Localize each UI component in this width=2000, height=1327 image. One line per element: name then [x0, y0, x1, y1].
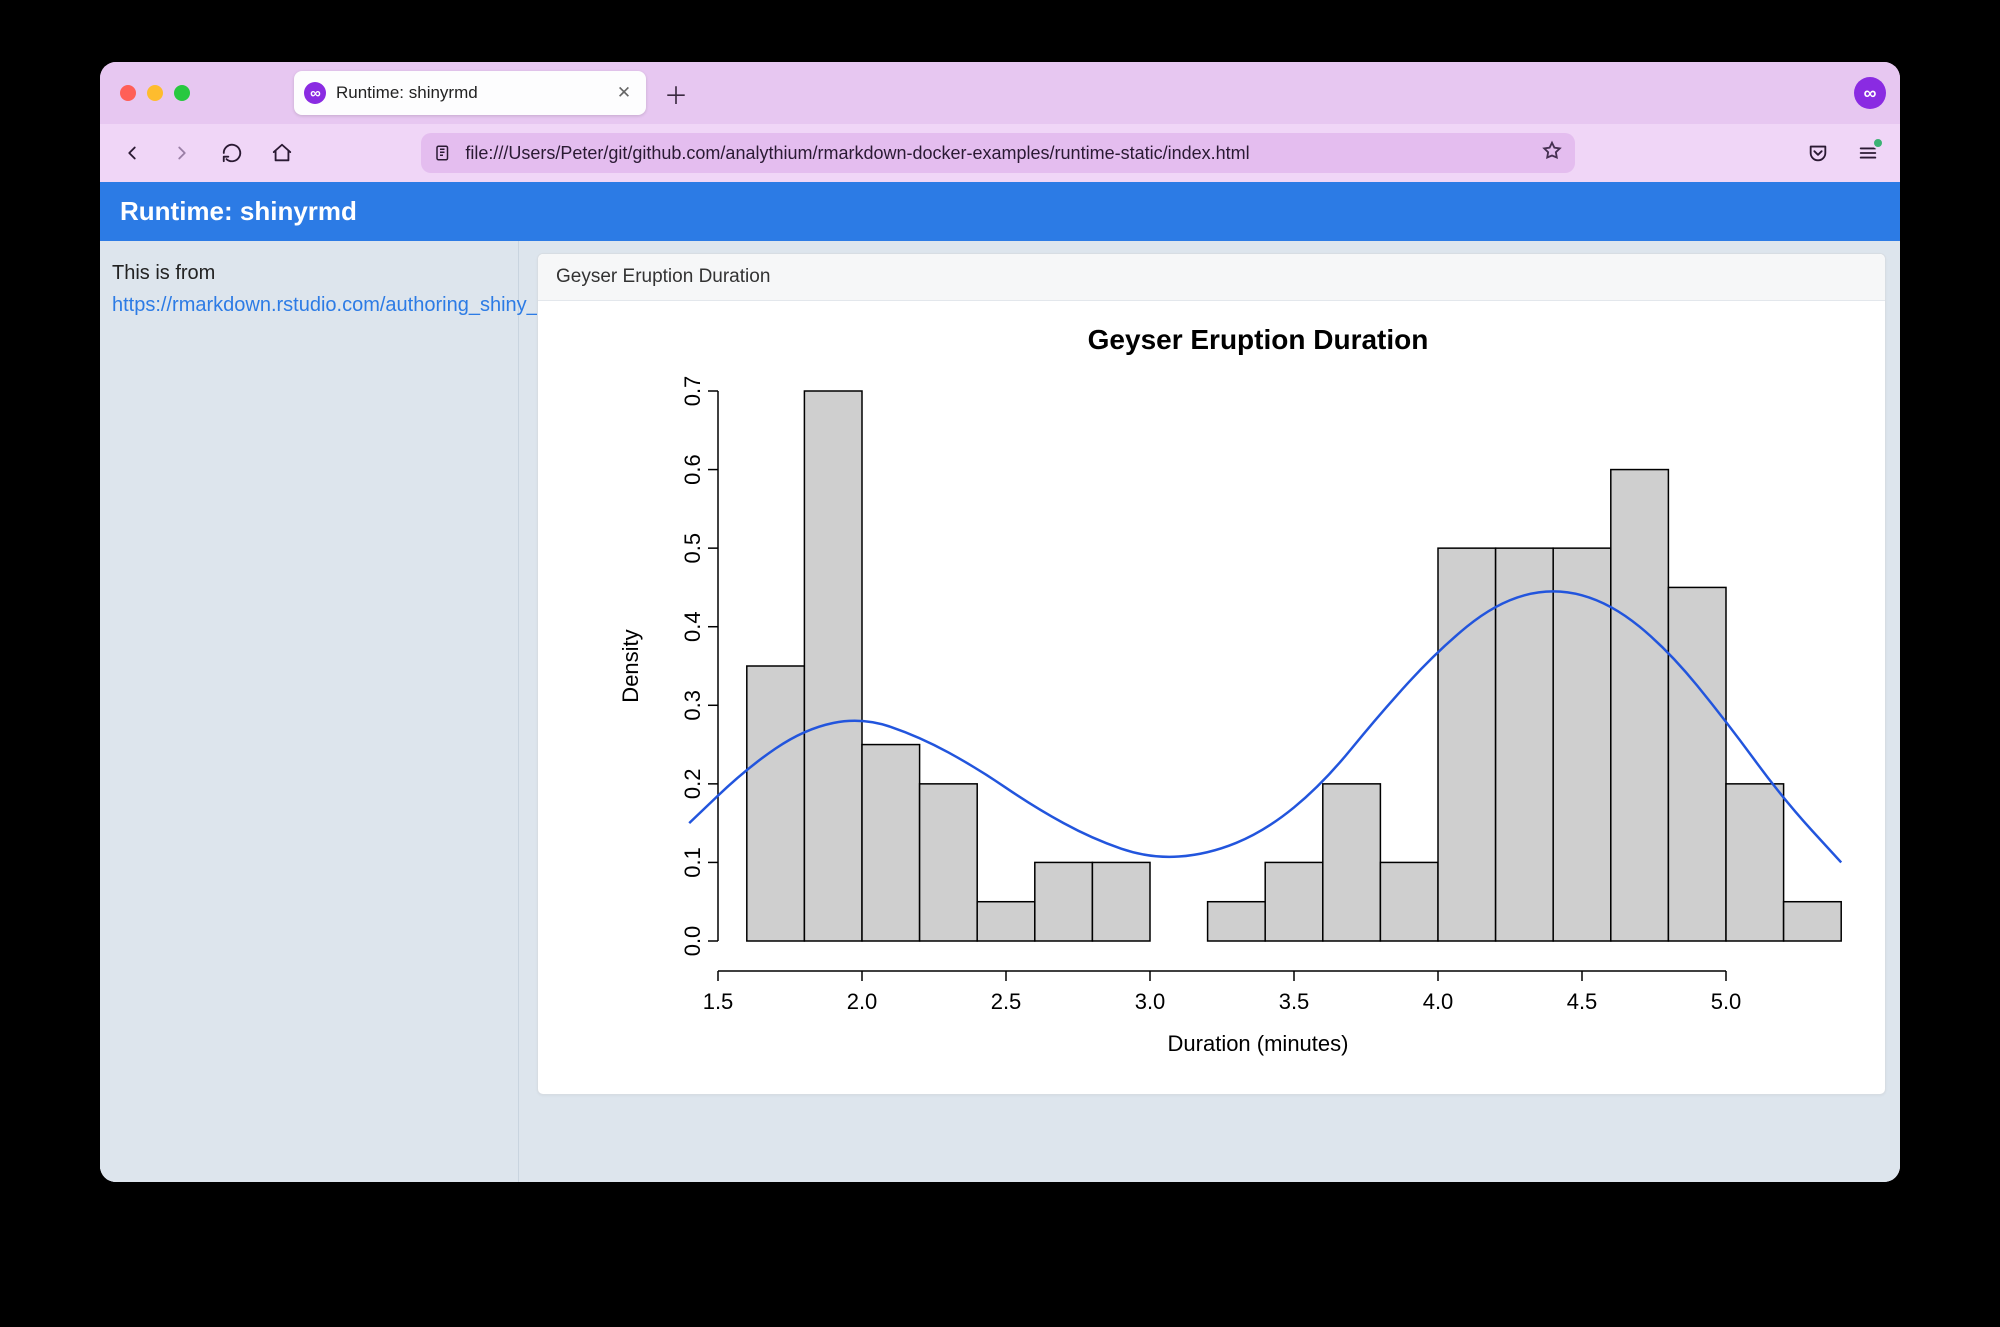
- histogram-bar: [1092, 862, 1150, 941]
- page-viewport: Runtime: shinyrmd This is from https://r…: [100, 182, 1900, 1182]
- sidebar: This is from https://rmarkdown.rstudio.c…: [100, 241, 519, 1182]
- histogram-bar: [1208, 902, 1266, 941]
- x-tick-label: 4.5: [1567, 989, 1598, 1014]
- histogram-bar: [1380, 862, 1438, 941]
- histogram-bar: [1553, 548, 1611, 941]
- tab-bar: Runtime: shinyrmd ✕ ＋: [100, 62, 1900, 124]
- histogram-bar: [1726, 784, 1784, 941]
- y-tick-label: 0.5: [680, 533, 705, 564]
- y-axis-label: Density: [618, 629, 643, 702]
- main-panel: Geyser Eruption Duration Geyser Eruption…: [519, 241, 1900, 1182]
- x-axis-label: Duration (minutes): [1168, 1031, 1349, 1056]
- x-tick-label: 5.0: [1711, 989, 1742, 1014]
- sidebar-intro-text: This is from: [112, 262, 215, 284]
- x-tick-label: 4.0: [1423, 989, 1454, 1014]
- tab-close-button[interactable]: ✕: [614, 83, 634, 103]
- y-tick-label: 0.0: [680, 926, 705, 957]
- window-maximize-button[interactable]: [174, 85, 190, 101]
- home-button[interactable]: [268, 139, 296, 167]
- histogram-bar: [1496, 548, 1554, 941]
- page-info-icon[interactable]: [433, 143, 453, 163]
- histogram-bar: [1668, 587, 1726, 941]
- browser-window: Runtime: shinyrmd ✕ ＋: [100, 62, 1900, 1182]
- chart-title: Geyser Eruption Duration: [1088, 324, 1429, 355]
- address-bar[interactable]: file:///Users/Peter/git/github.com/analy…: [421, 133, 1575, 173]
- histogram-bar: [977, 902, 1035, 941]
- histogram-bar: [1438, 548, 1496, 941]
- tab-title: Runtime: shinyrmd: [336, 83, 604, 103]
- bookmark-star-icon[interactable]: [1541, 140, 1563, 167]
- histogram-bar: [1611, 470, 1669, 941]
- histogram-bar: [804, 391, 862, 941]
- window-close-button[interactable]: [120, 85, 136, 101]
- histogram-bar: [1035, 862, 1093, 941]
- window-minimize-button[interactable]: [147, 85, 163, 101]
- y-tick-label: 0.3: [680, 690, 705, 721]
- y-tick-label: 0.1: [680, 847, 705, 878]
- reload-button[interactable]: [218, 139, 246, 167]
- panel-heading: Geyser Eruption Duration: [538, 254, 1885, 301]
- y-tick-label: 0.4: [680, 611, 705, 642]
- window-controls: [120, 85, 190, 101]
- histogram-chart: Geyser Eruption Duration 1.5 2.0 2.5 3.0 3.5 4…: [538, 301, 1868, 1081]
- forward-button: [168, 139, 196, 167]
- browser-tab[interactable]: Runtime: shinyrmd ✕: [294, 71, 646, 115]
- x-tick-label: 2.0: [847, 989, 878, 1014]
- tab-favicon-icon: [304, 82, 326, 104]
- output-panel: Geyser Eruption Duration Geyser Eruption…: [537, 253, 1886, 1095]
- browser-toolbar: file:///Users/Peter/git/github.com/analy…: [100, 124, 1900, 182]
- x-tick-label: 3.5: [1279, 989, 1310, 1014]
- y-tick-label: 0.6: [680, 454, 705, 485]
- url-text: file:///Users/Peter/git/github.com/analy…: [465, 143, 1529, 164]
- save-to-pocket-icon[interactable]: [1804, 139, 1832, 167]
- notification-dot-icon: [1872, 137, 1884, 149]
- x-tick-label: 2.5: [991, 989, 1022, 1014]
- histogram-bar: [862, 745, 920, 941]
- profile-badge-icon[interactable]: [1854, 77, 1886, 109]
- histogram-bar: [1265, 862, 1323, 941]
- histogram-bar: [920, 784, 978, 941]
- histogram-bar: [1784, 902, 1842, 941]
- new-tab-button[interactable]: ＋: [660, 77, 692, 109]
- back-button[interactable]: [118, 139, 146, 167]
- x-tick-label: 1.5: [703, 989, 734, 1014]
- app-menu-button[interactable]: [1854, 139, 1882, 167]
- y-tick-label: 0.7: [680, 376, 705, 407]
- page-title: Runtime: shinyrmd: [100, 182, 1900, 241]
- y-tick-label: 0.2: [680, 769, 705, 800]
- x-tick-label: 3.0: [1135, 989, 1166, 1014]
- histogram-bar: [1323, 784, 1381, 941]
- histogram-bar: [747, 666, 805, 941]
- chart-container: Geyser Eruption Duration 1.5 2.0 2.5 3.0 3.5 4…: [538, 301, 1885, 1094]
